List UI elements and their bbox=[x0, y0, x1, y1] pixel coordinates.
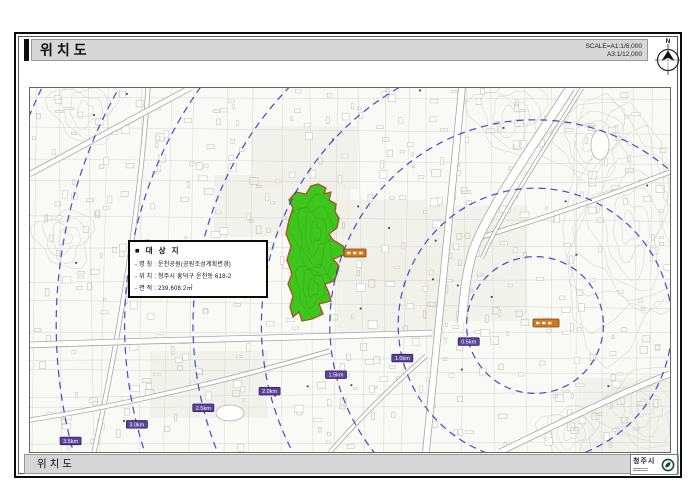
distance-ring-label: 2.0km bbox=[259, 387, 280, 395]
distance-ring-label: 1.5km bbox=[326, 371, 347, 379]
svg-text:2.5km: 2.5km bbox=[196, 406, 211, 412]
legend-row-name: - 명 칭 : 운천공원(공원조성계획변경) bbox=[135, 259, 261, 268]
svg-text:0.5km: 0.5km bbox=[461, 340, 476, 346]
title-bar: 위치도 SCALE=A1:1/6,000 A3:1/12,000 bbox=[31, 39, 648, 61]
publisher-box: 청주시 bbox=[630, 454, 678, 475]
distance-ring-label: 2.5km bbox=[193, 404, 214, 412]
distance-ring-label: 0.5km bbox=[458, 338, 479, 346]
svg-text:1.5km: 1.5km bbox=[329, 373, 344, 379]
distance-ring-label: 1.0km bbox=[392, 354, 413, 362]
legend-row-area: - 면 적 : 239,608.2㎡ bbox=[135, 283, 261, 292]
footer-title: 위치도 bbox=[37, 455, 75, 473]
svg-text:3.5km: 3.5km bbox=[63, 439, 78, 445]
site-marker-east bbox=[533, 319, 559, 327]
publisher-name: 청주시 bbox=[633, 458, 655, 465]
site-marker-park bbox=[344, 249, 366, 257]
compass-n-label: N bbox=[653, 38, 683, 45]
map-area: 0.5km 1.0km 1.5km 2.0km 2.5km 3.0km 3.5km ■ 대 … bbox=[29, 87, 671, 453]
legend-row-location: - 위 치 : 청주시 흥덕구 운천동 618-2 bbox=[135, 271, 261, 280]
page-title: 위치도 bbox=[40, 40, 91, 60]
svg-text:2.0km: 2.0km bbox=[262, 389, 277, 395]
publisher-logo-icon bbox=[661, 458, 675, 472]
footer-bar: 위치도 청주시 bbox=[24, 454, 679, 474]
scale-line-1: SCALE=A1:1/6,000 bbox=[585, 43, 642, 51]
distance-ring-label: 3.0km bbox=[126, 421, 147, 429]
legend-title: ■ 대 상 지 bbox=[135, 245, 261, 256]
title-accent-bar bbox=[24, 39, 29, 61]
site-info-box: ■ 대 상 지 - 명 칭 : 운천공원(공원조성계획변경) - 위 치 : 청… bbox=[128, 240, 268, 298]
scale-info: SCALE=A1:1/6,000 A3:1/12,000 bbox=[585, 43, 642, 59]
map-canvas: 0.5km 1.0km 1.5km 2.0km 2.5km 3.0km 3.5km bbox=[30, 88, 670, 452]
outer-frame: 위치도 SCALE=A1:1/6,000 A3:1/12,000 N 0.5km… bbox=[14, 32, 682, 478]
scale-line-2: A3:1/12,000 bbox=[585, 51, 642, 59]
publisher-subtext bbox=[633, 467, 655, 471]
compass-icon: N bbox=[653, 38, 683, 76]
distance-ring-label: 3.5km bbox=[60, 437, 81, 445]
document-page: 위치도 SCALE=A1:1/6,000 A3:1/12,000 N 0.5km… bbox=[0, 0, 700, 495]
svg-text:3.0km: 3.0km bbox=[129, 422, 144, 428]
svg-text:1.0km: 1.0km bbox=[395, 356, 410, 362]
inner-frame: 위치도 SCALE=A1:1/6,000 A3:1/12,000 N 0.5km… bbox=[18, 36, 678, 474]
